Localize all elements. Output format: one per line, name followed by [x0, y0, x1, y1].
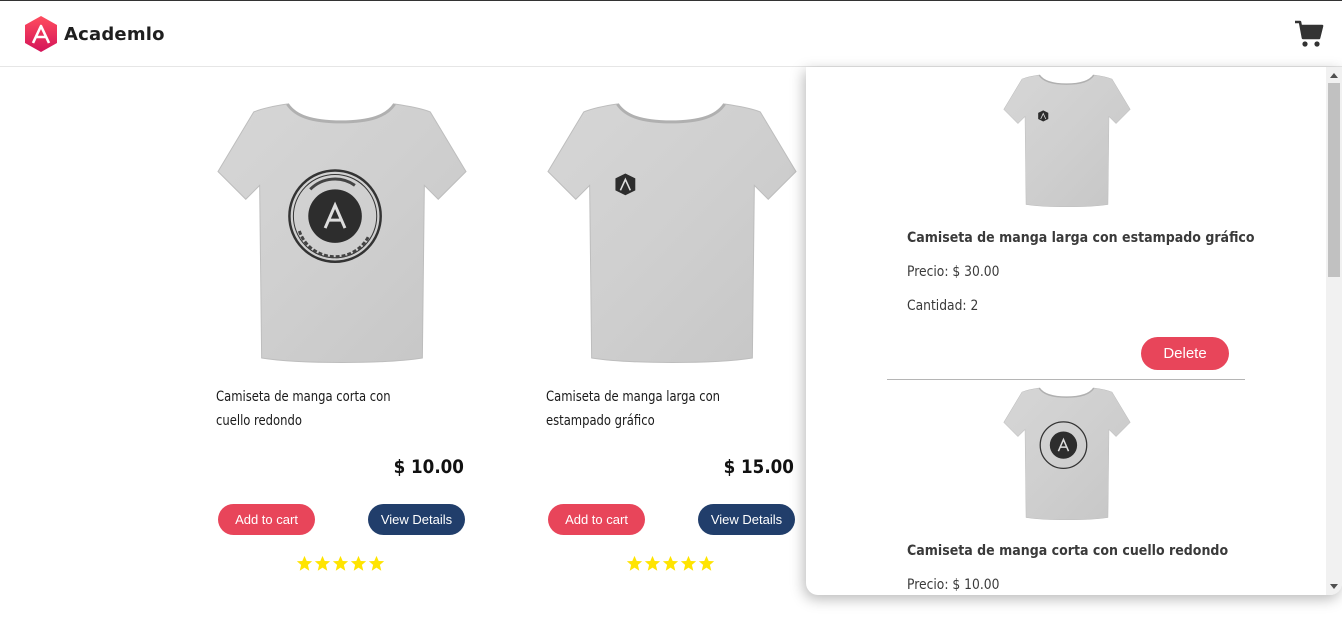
product-title[interactable]: Camiseta de manga larga con estampado gr… — [546, 385, 730, 433]
view-details-button[interactable]: View Details — [698, 504, 795, 535]
cart-item-image — [1003, 387, 1131, 520]
cart-item-title: Camiseta de manga larga con estampado gr… — [907, 230, 1255, 246]
star-icon — [698, 555, 715, 571]
star-icon — [662, 555, 679, 571]
star-icon — [350, 555, 367, 571]
cart-item-price: Precio: $ 10.00 — [907, 577, 1000, 593]
star-icon — [368, 555, 385, 571]
star-icon — [296, 555, 313, 571]
star-icon — [626, 555, 643, 571]
top-navbar: Academlo — [0, 1, 1342, 67]
academlo-logo-icon — [25, 16, 57, 52]
scroll-up-arrow-icon[interactable] — [1330, 73, 1338, 78]
cart-item-image — [1003, 74, 1131, 207]
cart-item-title: Camiseta de manga corta con cuello redon… — [907, 543, 1229, 559]
rating-stars — [296, 555, 385, 572]
product-title[interactable]: Camiseta de manga corta con cuello redon… — [216, 385, 400, 433]
star-icon — [680, 555, 697, 571]
product-image[interactable] — [546, 101, 798, 366]
delete-button[interactable]: Delete — [1141, 337, 1229, 370]
cart-item-quantity: Cantidad: 2 — [907, 298, 979, 314]
star-icon — [644, 555, 661, 571]
rating-stars — [626, 555, 715, 572]
brand-name: Academlo — [64, 23, 165, 45]
cart-item-price: Precio: $ 30.00 — [907, 264, 1000, 280]
add-to-cart-button[interactable]: Add to cart — [218, 504, 315, 535]
star-icon — [332, 555, 349, 571]
scroll-down-arrow-icon[interactable] — [1330, 584, 1338, 589]
cart-scrollbar[interactable] — [1326, 67, 1342, 595]
star-icon — [314, 555, 331, 571]
product-image[interactable] — [216, 101, 468, 366]
product-price: $ 10.00 — [393, 456, 464, 478]
cart-sidebar: Camiseta de manga larga con estampado gr… — [806, 67, 1342, 595]
scrollbar-thumb[interactable] — [1328, 83, 1340, 277]
product-price: $ 15.00 — [723, 456, 794, 478]
product-card: Camiseta de manga corta con cuello redon… — [216, 101, 468, 581]
cart-item-divider — [887, 379, 1245, 380]
add-to-cart-button[interactable]: Add to cart — [548, 504, 645, 535]
brand-logo[interactable]: Academlo — [24, 15, 165, 53]
product-card: Camiseta de manga larga con estampado gr… — [546, 101, 798, 581]
shopping-cart-icon[interactable] — [1294, 19, 1324, 49]
view-details-button[interactable]: View Details — [368, 504, 465, 535]
